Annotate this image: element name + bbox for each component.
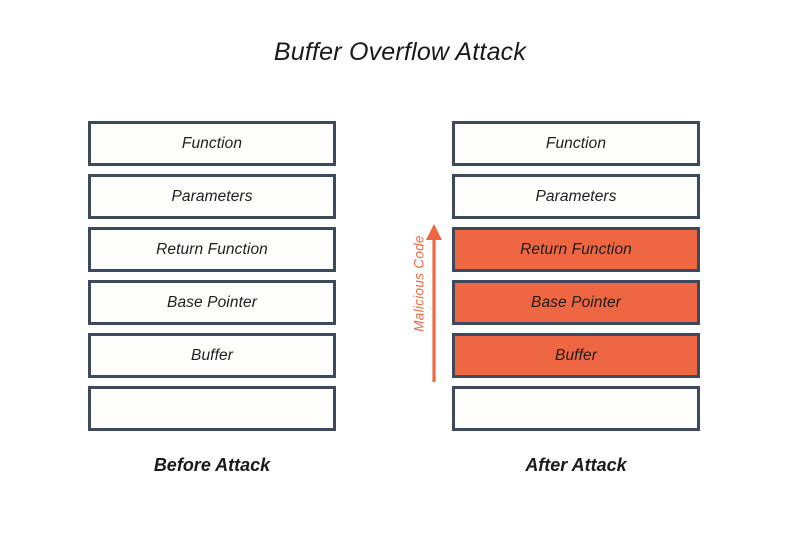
stack-box-empty-after <box>452 386 700 431</box>
column-caption-before: Before Attack <box>153 455 271 475</box>
stack-box-base-pointer-before: Base Pointer <box>88 280 336 325</box>
stack-box-buffer-before: Buffer <box>88 333 336 378</box>
stack-box-base-pointer-after: Base Pointer <box>452 280 700 325</box>
stack-box-label: Buffer <box>555 346 597 364</box>
stack-box-function-before: Function <box>88 121 336 166</box>
stack-box-label: Function <box>181 134 243 152</box>
stack-box-label: Return Function <box>520 240 632 258</box>
page-title: Buffer Overflow Attack <box>273 38 527 66</box>
stack-box-function-after: Function <box>452 121 700 166</box>
malicious-code-annotation: Malicious Code <box>398 222 450 384</box>
stack-box-label: Base Pointer <box>531 293 621 311</box>
stack-box-parameters-before: Parameters <box>88 174 336 219</box>
stack-box-label: Base Pointer <box>167 293 257 311</box>
stack-box-label: Function <box>545 134 607 152</box>
stack-box-label: Buffer <box>191 346 233 364</box>
stack-box-label: Parameters <box>535 187 617 205</box>
stack-box-buffer-after: Buffer <box>452 333 700 378</box>
stack-column-before: Function Parameters Return Function Base… <box>88 121 336 439</box>
diagram-canvas: Buffer Overflow Attack Function Paramete… <box>0 0 800 549</box>
arrow-up-icon <box>426 224 442 382</box>
column-caption-after: After Attack <box>525 455 627 475</box>
stack-box-parameters-after: Parameters <box>452 174 700 219</box>
stack-box-empty-before <box>88 386 336 431</box>
stack-column-after: Function Parameters Return Function Base… <box>452 121 700 439</box>
stack-box-return-function-before: Return Function <box>88 227 336 272</box>
malicious-code-label: Malicious Code <box>411 235 427 332</box>
stack-box-return-function-after: Return Function <box>452 227 700 272</box>
stack-box-label: Parameters <box>171 187 253 205</box>
stack-box-label: Return Function <box>156 240 268 258</box>
